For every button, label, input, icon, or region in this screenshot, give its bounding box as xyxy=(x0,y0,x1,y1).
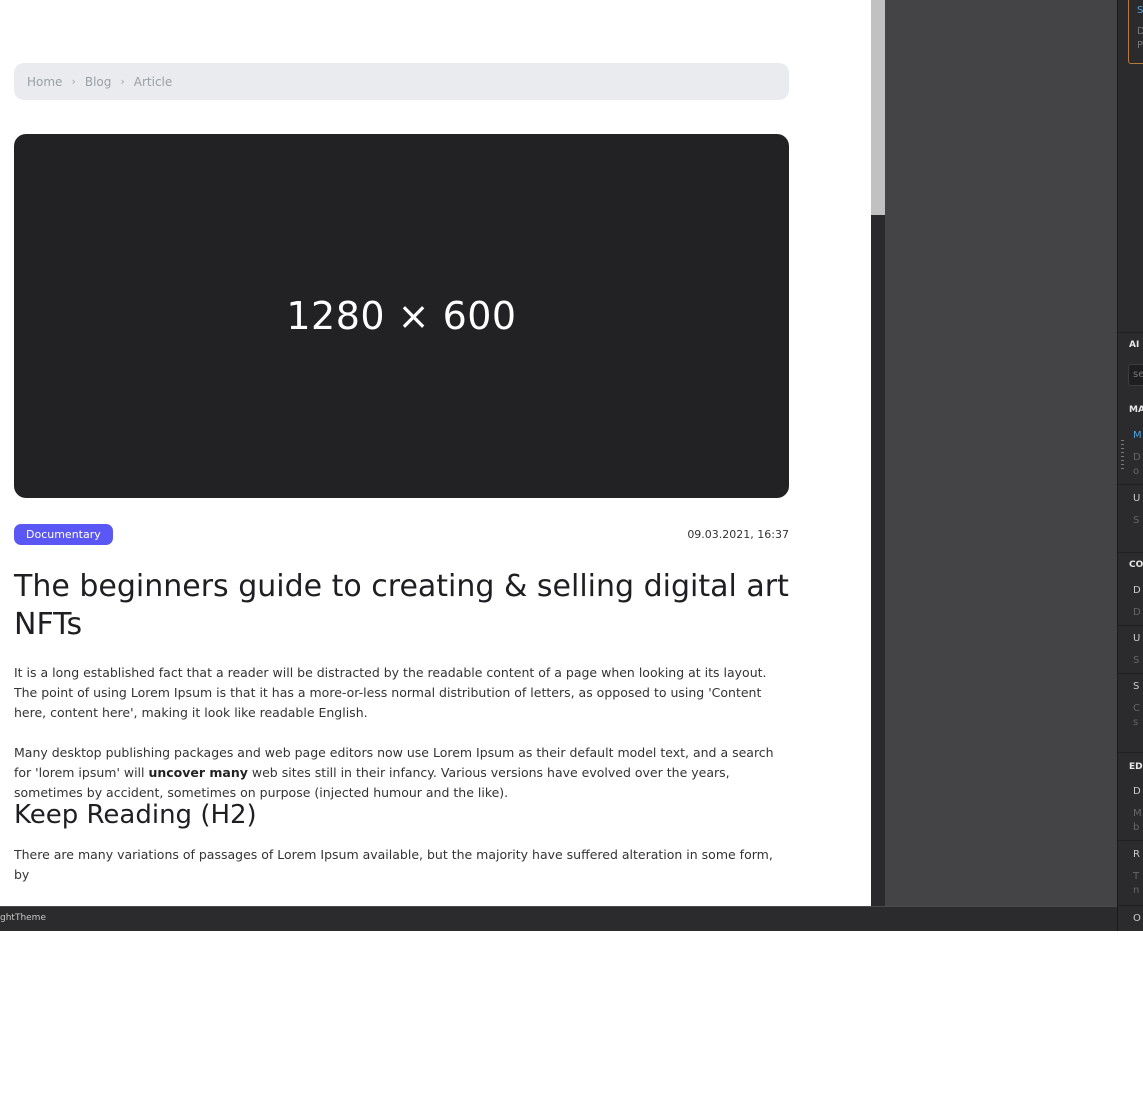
panel-item-desc: C xyxy=(1133,703,1140,714)
panel-section-heading: CO xyxy=(1129,560,1143,570)
article-paragraph: It is a long established fact that a rea… xyxy=(14,665,767,720)
panel-item-desc: M xyxy=(1133,808,1142,819)
preview-scrollbar[interactable] xyxy=(871,0,885,922)
panel-divider xyxy=(1118,840,1143,841)
panel-item[interactable]: O xyxy=(1133,913,1141,924)
panel-divider xyxy=(1118,752,1143,753)
panel-item[interactable]: R xyxy=(1133,849,1140,860)
panel-divider xyxy=(1118,905,1143,906)
hero-image-placeholder: 1280 × 600 xyxy=(14,134,789,498)
article-meta: Documentary 09.03.2021, 16:37 xyxy=(14,522,789,546)
panel-divider xyxy=(1118,332,1143,333)
panel-divider xyxy=(1118,484,1143,485)
panel-item-desc: n xyxy=(1133,885,1140,896)
drag-handle[interactable] xyxy=(1121,440,1124,470)
panel-item[interactable]: D xyxy=(1133,585,1141,596)
card-text: DP xyxy=(1137,25,1143,53)
panel-item-desc: s xyxy=(1133,717,1139,728)
article-preview: Home › Blog › Article 1280 × 600 Documen… xyxy=(0,0,871,922)
article-date: 09.03.2021, 16:37 xyxy=(687,527,789,541)
category-badge[interactable]: Documentary xyxy=(14,523,113,545)
panel-item-desc: S xyxy=(1133,515,1140,526)
selected-card[interactable]: S DP xyxy=(1128,0,1143,64)
panel-item[interactable]: D xyxy=(1133,786,1141,797)
status-theme-label: ghtTheme xyxy=(0,913,46,923)
panel-item-desc: D xyxy=(1133,607,1141,618)
empty-area xyxy=(0,931,1143,1093)
breadcrumb-blog[interactable]: Blog xyxy=(85,75,112,89)
panel-item-desc: b xyxy=(1133,822,1140,833)
panel-item[interactable]: U xyxy=(1133,493,1140,504)
panel-section-heading: EDI xyxy=(1129,762,1143,772)
card-title: S xyxy=(1137,5,1143,16)
section-heading: Keep Reading (H2) xyxy=(14,800,257,830)
panel-divider xyxy=(1118,552,1143,553)
card-line: D xyxy=(1137,26,1143,37)
workspace-canvas xyxy=(885,0,1117,922)
article-paragraph: Many desktop publishing packages and web… xyxy=(14,743,789,803)
status-bar: ghtTheme xyxy=(0,906,1117,931)
article-title: The beginners guide to creating & sellin… xyxy=(14,569,789,642)
panel-item[interactable]: U xyxy=(1133,633,1140,644)
bold-text: uncover many xyxy=(148,765,248,780)
panel-item-desc: D xyxy=(1133,452,1141,463)
breadcrumb: Home › Blog › Article xyxy=(14,63,789,100)
panel-divider xyxy=(1118,625,1143,626)
hero-dimensions-label: 1280 × 600 xyxy=(286,294,517,338)
panel-section-heading: AI xyxy=(1129,340,1140,350)
breadcrumb-separator: › xyxy=(120,75,125,88)
panel-search-input[interactable]: se xyxy=(1128,364,1143,386)
panel-section-heading: MA xyxy=(1129,405,1143,415)
panel-item[interactable]: S xyxy=(1133,681,1139,692)
breadcrumb-article: Article xyxy=(133,74,173,89)
panel-item-desc: T xyxy=(1133,871,1140,882)
properties-panel: S DP AI se MA M D o U S CO D D U S S C s… xyxy=(1117,0,1143,931)
panel-divider xyxy=(1118,673,1143,674)
breadcrumb-separator: › xyxy=(71,75,76,88)
breadcrumb-home[interactable]: Home xyxy=(27,75,62,89)
panel-item-desc: o xyxy=(1133,466,1140,477)
panel-item[interactable]: M xyxy=(1133,430,1142,441)
scrollbar-thumb[interactable] xyxy=(871,0,885,215)
card-line: P xyxy=(1137,40,1143,51)
article-paragraph: There are many variations of passages of… xyxy=(14,847,773,882)
panel-item-desc: S xyxy=(1133,655,1140,666)
